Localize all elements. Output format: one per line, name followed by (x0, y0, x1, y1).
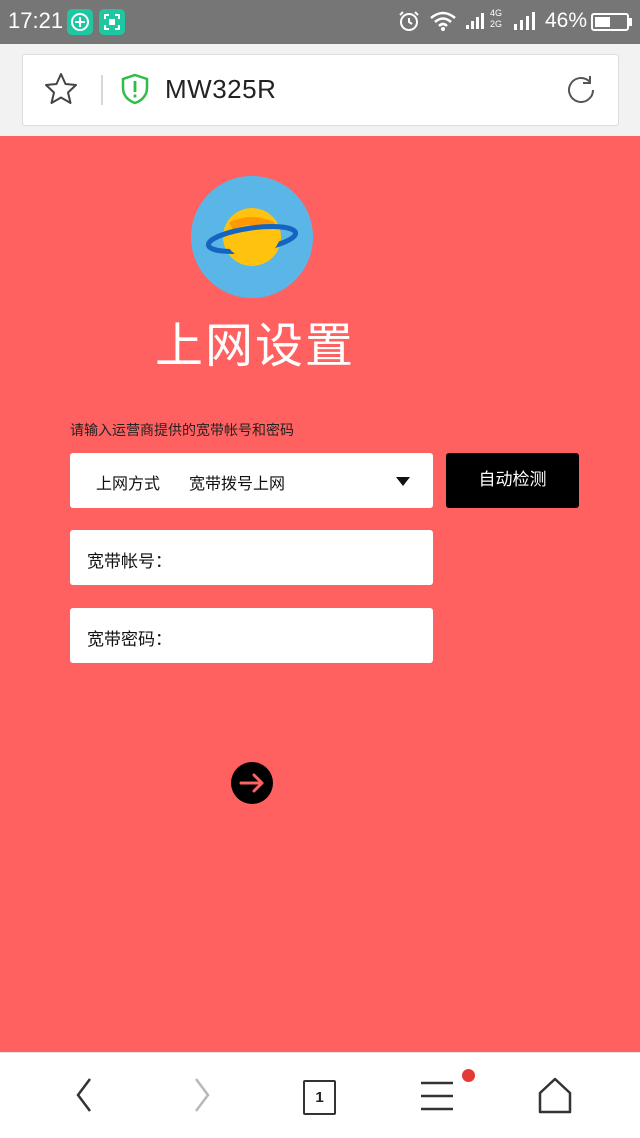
address-bar[interactable]: MW325R (22, 54, 619, 126)
network-bottom-label: 2G (490, 19, 503, 29)
network-top-label: 4G (490, 8, 503, 18)
broadband-account-label: 宽带帐号： (87, 552, 172, 572)
tabs-icon[interactable]: 1 (303, 1080, 336, 1115)
status-time: 17:21 (8, 8, 64, 33)
refresh-icon[interactable] (563, 72, 599, 112)
connection-type-value: 宽带拨号上网 (189, 474, 286, 493)
signal-4g-icon (466, 10, 492, 38)
forward-icon[interactable] (190, 1073, 214, 1121)
menu-icon[interactable] (419, 1079, 455, 1117)
connection-type-label: 上网方式 (96, 474, 161, 493)
battery-icon (591, 13, 633, 35)
page-title: 上网设置 (155, 318, 356, 374)
star-icon[interactable] (43, 71, 79, 111)
page-url-title[interactable]: MW325R (165, 74, 276, 105)
address-divider (101, 75, 103, 105)
alarm-icon (397, 9, 421, 37)
main-content: 上网设置 请输入运营商提供的宽带帐号和密码 上网方式 宽带拨号上网 自动检测 宽… (0, 136, 640, 1052)
network-type: 4G 2G (490, 8, 502, 30)
dropdown-arrow-icon[interactable] (396, 477, 410, 486)
back-icon[interactable] (72, 1073, 96, 1121)
app-scan-icon (99, 9, 125, 35)
app-green-plus-icon (67, 9, 93, 35)
arrow-right-icon (239, 773, 264, 793)
notification-dot (462, 1069, 475, 1082)
broadband-password-field[interactable]: 宽带密码： (70, 608, 433, 663)
battery-percent: 46% (545, 9, 588, 32)
signal-icon (513, 10, 537, 36)
shield-icon[interactable] (121, 73, 149, 109)
bottom-navigation: 1 (0, 1052, 640, 1138)
status-bar: 17:21 4G 2G 46% (0, 0, 640, 44)
instructions-text: 请输入运营商提供的宽带帐号和密码 (70, 423, 294, 439)
planet-logo-icon (191, 176, 313, 298)
next-arrow-button[interactable] (231, 762, 273, 804)
connection-type-select[interactable]: 上网方式 宽带拨号上网 (70, 453, 433, 508)
broadband-password-label: 宽带密码： (87, 630, 172, 650)
browser-toolbar: MW325R (0, 44, 640, 136)
broadband-account-field[interactable]: 宽带帐号： (70, 530, 433, 585)
wifi-icon (429, 10, 457, 36)
home-icon[interactable] (537, 1075, 573, 1119)
auto-detect-button[interactable]: 自动检测 (446, 453, 579, 508)
